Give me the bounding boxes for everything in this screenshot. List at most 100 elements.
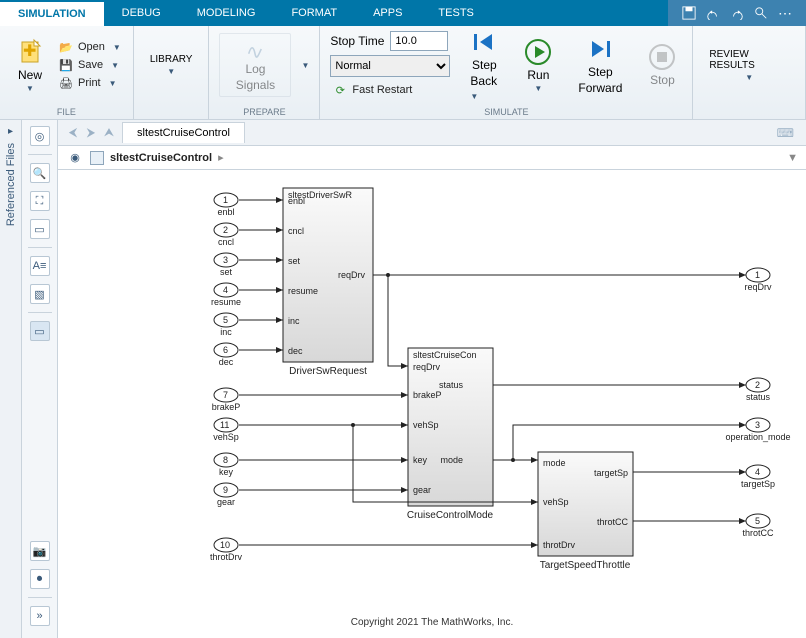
- fast-restart-button[interactable]: ⟳ Fast Restart: [330, 81, 450, 99]
- block-diagram: 1enbl 2cncl 3set 4resume 5inc 6dec 7brak…: [58, 170, 806, 638]
- step-back-button[interactable]: Step Back ▼: [464, 24, 504, 106]
- outport-3[interactable]: 3operation_mode: [725, 418, 790, 442]
- folder-icon: 📂: [58, 39, 74, 55]
- tab-apps[interactable]: APPS: [355, 0, 420, 26]
- area-icon[interactable]: ▭: [30, 321, 50, 341]
- inport-4[interactable]: 4resume: [211, 283, 241, 307]
- print-icon: 🖨: [58, 75, 74, 91]
- nav-up-icon[interactable]: ⮝: [100, 124, 118, 142]
- stop-time-input[interactable]: [390, 31, 448, 51]
- svg-text:vehSp: vehSp: [413, 420, 439, 430]
- record-icon[interactable]: ⏺: [30, 569, 50, 589]
- outport-2[interactable]: 2status: [746, 378, 771, 402]
- block-driverswrequest[interactable]: sltestDriverSwR DriverSwRequest enbl cnc…: [283, 188, 373, 377]
- step-forward-button[interactable]: Step Forward: [572, 31, 628, 99]
- save-icon[interactable]: [682, 6, 696, 20]
- open-button[interactable]: 📂 Open ▼: [56, 38, 123, 56]
- annotation-icon[interactable]: A≡: [30, 256, 50, 276]
- svg-text:mode: mode: [543, 458, 566, 468]
- svg-text:gear: gear: [413, 485, 431, 495]
- image-icon[interactable]: ▧: [30, 284, 50, 304]
- chevron-down-icon: ▼: [109, 79, 117, 88]
- new-label: New: [18, 68, 42, 82]
- tab-debug[interactable]: DEBUG: [104, 0, 179, 26]
- inport-9[interactable]: 9gear: [214, 483, 238, 507]
- chevron-down-icon[interactable]: ▼: [787, 152, 798, 164]
- expand-icon[interactable]: »: [30, 606, 50, 626]
- outport-5[interactable]: 5throtCC: [742, 514, 774, 538]
- chevron-right-icon: ▸: [218, 151, 224, 164]
- screenshot-icon[interactable]: 📷: [30, 541, 50, 561]
- svg-text:cncl: cncl: [218, 237, 234, 247]
- svg-text:vehSp: vehSp: [213, 432, 239, 442]
- inport-1[interactable]: 1enbl: [214, 193, 238, 217]
- svg-text:gear: gear: [217, 497, 235, 507]
- svg-text:3: 3: [755, 420, 760, 430]
- outport-1[interactable]: 1reqDrv: [744, 268, 772, 292]
- inport-7[interactable]: 7brakeP: [212, 388, 241, 412]
- inport-10[interactable]: 10throtDrv: [210, 538, 243, 562]
- tab-modeling[interactable]: MODELING: [179, 0, 274, 26]
- svg-text:10: 10: [220, 540, 230, 550]
- group-file: ✚ New ▼ 📂 Open ▼ 💾 Save ▼ 🖨 Print: [0, 26, 134, 119]
- inport-11[interactable]: 11vehSp: [213, 418, 239, 442]
- log-signals-button[interactable]: Log Signals: [219, 33, 291, 97]
- inport-6[interactable]: 6dec: [214, 343, 238, 367]
- keyboard-icon[interactable]: ⌨: [771, 126, 800, 140]
- nav-forward-icon[interactable]: ⮞: [82, 124, 100, 142]
- stop-button[interactable]: Stop: [642, 39, 682, 91]
- undo-icon[interactable]: [706, 6, 720, 20]
- nav-target-icon[interactable]: ◎: [30, 126, 50, 146]
- redo-icon[interactable]: [730, 6, 744, 20]
- outport-4[interactable]: 4targetSp: [741, 465, 775, 489]
- quick-access-toolbar: ⋯: [668, 0, 806, 26]
- run-button[interactable]: Run ▼: [518, 34, 558, 97]
- fit-view-icon[interactable]: ⛶: [30, 191, 50, 211]
- inport-5[interactable]: 5inc: [214, 313, 238, 337]
- svg-text:reqDrv: reqDrv: [413, 362, 441, 372]
- canvas-palette: ◎ 🔍 ⛶ ▭ A≡ ▧ ▭ 📷 ⏺ »: [22, 120, 58, 638]
- file-group-label: FILE: [10, 105, 123, 117]
- breadcrumb-root[interactable]: sltestCruiseControl: [110, 152, 212, 164]
- signal-icon: [241, 38, 269, 60]
- review-results-button[interactable]: REVIEW RESULTS ▼: [703, 45, 795, 86]
- search-icon[interactable]: [754, 6, 768, 20]
- stop-icon: [648, 43, 676, 71]
- svg-text:mode: mode: [440, 455, 463, 465]
- more-icon[interactable]: ⋯: [778, 5, 792, 22]
- chevron-down-icon: ▼: [745, 73, 753, 82]
- svg-text:4: 4: [755, 467, 760, 477]
- svg-text:CruiseControlMode: CruiseControlMode: [407, 510, 494, 521]
- fit-selection-icon[interactable]: ▭: [30, 219, 50, 239]
- inport-3[interactable]: 3set: [214, 253, 238, 277]
- svg-text:reqDrv: reqDrv: [744, 282, 772, 292]
- collapse-icon[interactable]: ◉: [66, 149, 84, 167]
- svg-text:TargetSpeedThrottle: TargetSpeedThrottle: [540, 560, 631, 571]
- chevron-down-icon[interactable]: ▼: [301, 61, 309, 70]
- print-button[interactable]: 🖨 Print ▼: [56, 74, 123, 92]
- diagram-canvas[interactable]: 1enbl 2cncl 3set 4resume 5inc 6dec 7brak…: [58, 170, 806, 638]
- new-button[interactable]: ✚ New ▼: [10, 34, 50, 97]
- model-file-tab[interactable]: sltestCruiseControl: [122, 122, 245, 143]
- tab-tests[interactable]: TESTS: [420, 0, 491, 26]
- library-button[interactable]: LIBRARY ▼: [144, 50, 199, 80]
- inport-2[interactable]: 2cncl: [214, 223, 238, 247]
- zoom-in-icon[interactable]: 🔍: [30, 163, 50, 183]
- referenced-files-tab[interactable]: ▸ Referenced Files: [0, 120, 22, 638]
- nav-back-icon[interactable]: ⮜: [64, 124, 82, 142]
- svg-text:vehSp: vehSp: [543, 497, 569, 507]
- save-button[interactable]: 💾 Save ▼: [56, 56, 123, 74]
- block-targetspeedthrottle[interactable]: TargetSpeedThrottle mode vehSp throtDrv …: [538, 452, 633, 571]
- simulation-mode-select[interactable]: Normal: [330, 55, 450, 77]
- group-library: LIBRARY ▼: [134, 26, 210, 119]
- inport-8[interactable]: 8key: [214, 453, 238, 477]
- tab-format[interactable]: FORMAT: [273, 0, 355, 26]
- svg-text:sltestCruiseCon: sltestCruiseCon: [413, 350, 477, 360]
- tab-simulation[interactable]: SIMULATION: [0, 0, 104, 26]
- svg-text:resume: resume: [288, 286, 318, 296]
- toolstrip: ✚ New ▼ 📂 Open ▼ 💾 Save ▼ 🖨 Print: [0, 26, 806, 120]
- restart-icon: ⟳: [332, 82, 348, 98]
- svg-text:5: 5: [755, 516, 760, 526]
- block-cruisecontrolmode[interactable]: sltestCruiseCon CruiseControlMode reqDrv…: [407, 348, 494, 521]
- prepare-group-label: PREPARE: [219, 105, 309, 117]
